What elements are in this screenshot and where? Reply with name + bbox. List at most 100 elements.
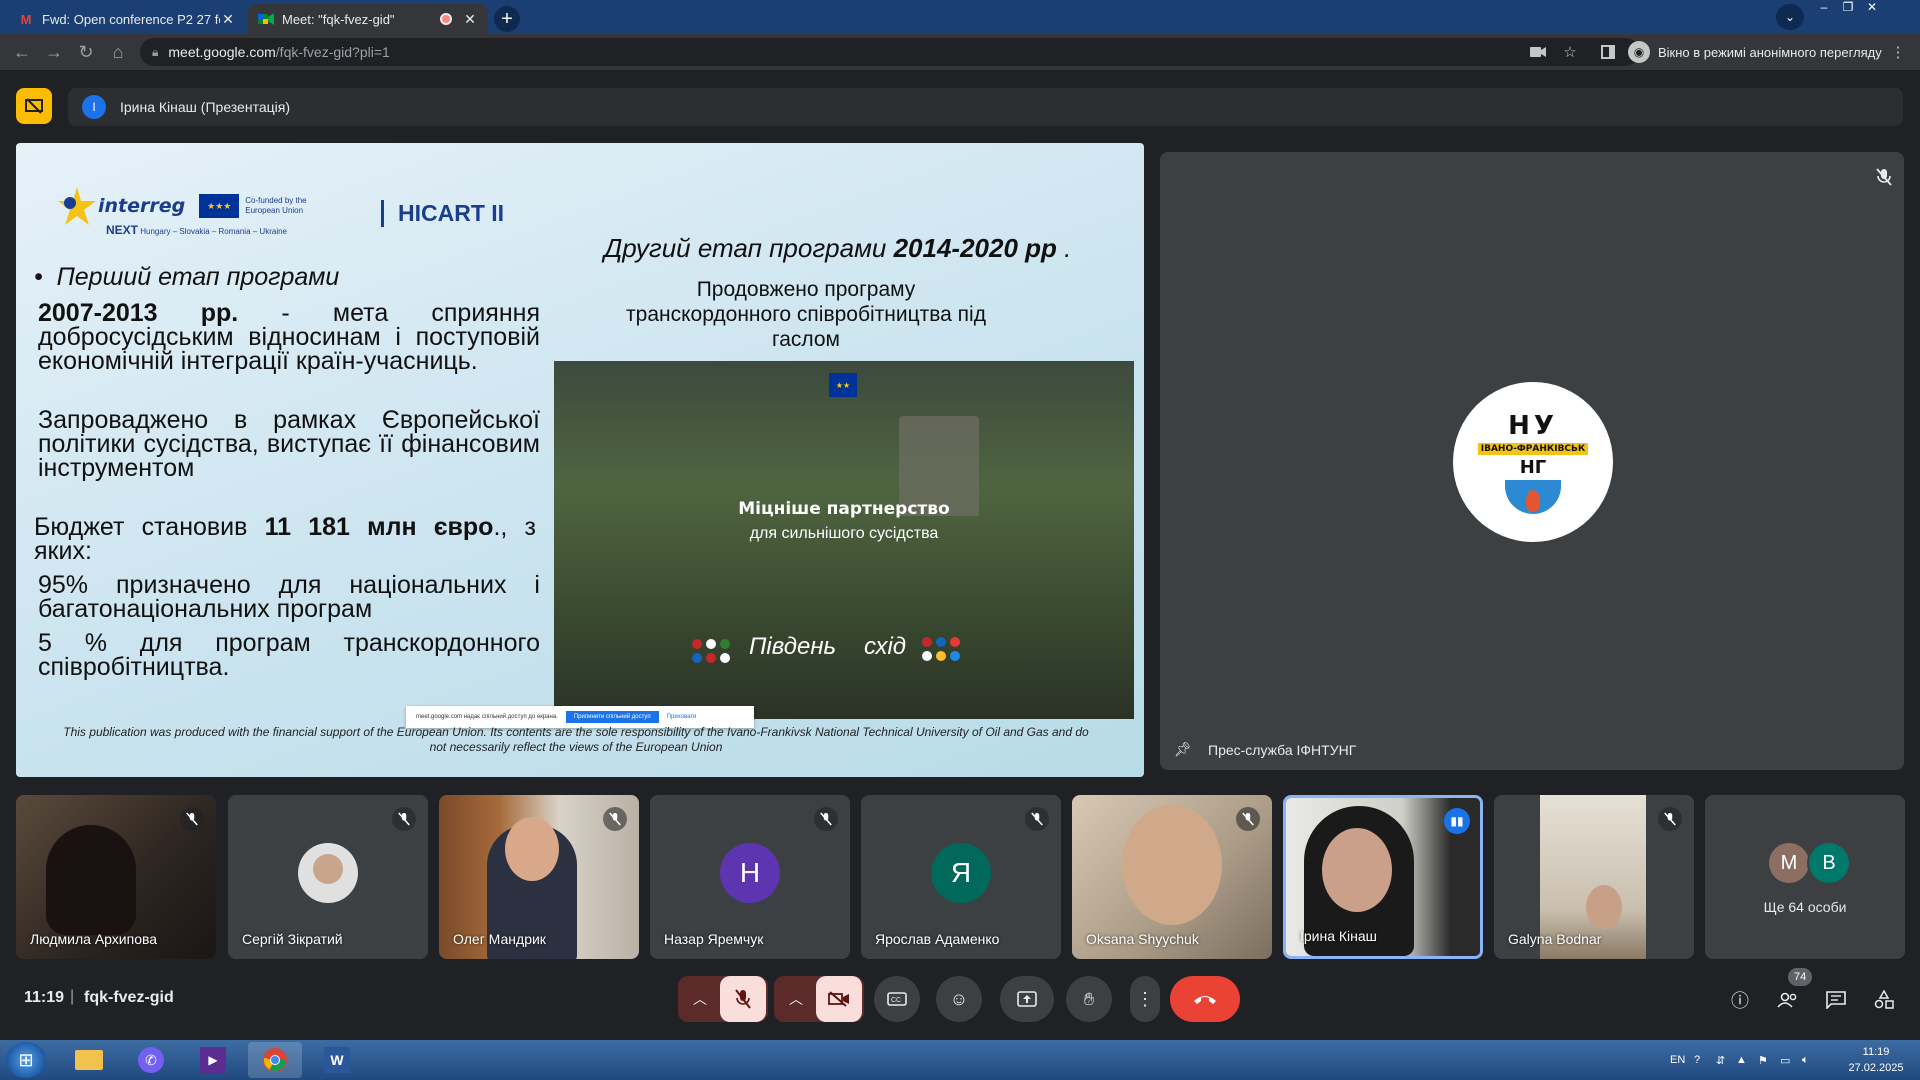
incognito-indicator[interactable]: ◉ Вікно в режимі анонімного перегляду (1628, 39, 1882, 65)
tab-search-button[interactable]: ⌄ (1776, 4, 1804, 30)
chat-icon[interactable] (1822, 986, 1850, 1014)
participant-letter-avatar: Н (720, 843, 780, 903)
present-screen-button[interactable] (1000, 976, 1054, 1022)
participant-name: Ярослав Адаменко (875, 931, 1000, 947)
language-indicator[interactable]: EN (1670, 1040, 1685, 1080)
tab-gmail[interactable]: M Fwd: Open conference P2 27 febr ✕ (8, 4, 246, 34)
side-panel-icon[interactable] (1598, 42, 1618, 62)
more-avatar: B (1807, 841, 1851, 885)
left-bullet-text: Перший етап програми (56, 263, 340, 291)
participant-tile[interactable]: Людмила Архипова (16, 795, 216, 959)
video-line-1: Міцніше партнерство (738, 499, 950, 519)
close-tab-icon[interactable]: ✕ (462, 11, 478, 28)
captions-button[interactable]: CC (874, 976, 920, 1022)
chrome-icon[interactable] (248, 1042, 302, 1078)
camera-in-use-icon[interactable] (1528, 42, 1548, 62)
restore-icon[interactable]: ❐ (1836, 0, 1860, 16)
address-bar[interactable]: 🔒︎ meet.google.com/fqk-fvez-gid?pli=1 (140, 38, 1640, 66)
incognito-label: Вікно в режимі анонімного перегляду (1658, 44, 1882, 60)
mic-options-chevron-icon[interactable]: ︿ (680, 989, 720, 1009)
browser-menu-icon[interactable]: ⋮ (1888, 42, 1908, 62)
right-title-bold: 2014-2020 рр (893, 233, 1057, 263)
mic-toggle-button[interactable] (720, 976, 766, 1022)
mic-off-icon (1658, 807, 1682, 831)
new-tab-button[interactable]: + (494, 6, 520, 32)
pin-icon[interactable]: 📌︎ (1174, 741, 1192, 758)
close-window-icon[interactable]: ✕ (1860, 0, 1884, 16)
back-icon[interactable]: ← (10, 40, 34, 64)
file-explorer-icon[interactable] (62, 1042, 116, 1078)
more-participants-label: Ще 64 особи (1763, 899, 1847, 915)
volume-icon[interactable]: 🔈︎ (1802, 1040, 1809, 1080)
browser-tab-strip: M Fwd: Open conference P2 27 febr ✕ Meet… (0, 0, 1920, 34)
participant-face (1122, 805, 1222, 925)
participant-tile[interactable]: Н Назар Яремчук (650, 795, 850, 959)
emoji-icon: ☺ (949, 988, 969, 1009)
hand-icon: ✋︎ (1083, 988, 1095, 1009)
more-options-button[interactable]: ⋮ (1130, 976, 1160, 1022)
action-center-flag-icon[interactable]: ⚑ (1758, 1040, 1768, 1080)
more-avatars: M B (1767, 841, 1851, 885)
home-icon[interactable]: ⌂ (106, 40, 130, 64)
tab-meet[interactable]: Meet: "fqk-fvez-gid" ✕ (248, 4, 488, 34)
pinned-participant-tile[interactable]: НУ ІВАНО-ФРАНКІВСЬК НГ 📌︎ Прес-служба ІФ… (1160, 152, 1904, 770)
interreg-text: interreg (98, 195, 186, 217)
viber-icon[interactable]: ✆ (124, 1042, 178, 1078)
reload-icon[interactable]: ↻ (74, 40, 98, 64)
display-icon[interactable]: ▭ (1780, 1040, 1790, 1080)
more-avatar: M (1767, 841, 1811, 885)
participant-name: Сергій Зікратий (242, 931, 343, 947)
slide-video: ★★ Міцніше партнерство для сильнішого су… (554, 361, 1134, 719)
camera-options-chevron-icon[interactable]: ︿ (776, 989, 816, 1009)
media-app-icon[interactable]: ▶ (186, 1042, 240, 1078)
meeting-details-icon[interactable]: ⓘ (1726, 986, 1754, 1014)
video-line-2: для сильнішого сусідства (749, 525, 939, 542)
system-clock[interactable]: 11:19 27.02.2025 (1836, 1044, 1916, 1076)
incognito-icon: ◉ (1628, 41, 1650, 63)
participant-tile[interactable]: Galyna Bodnar (1494, 795, 1694, 959)
participant-tile[interactable]: Олег Мандрик (439, 795, 639, 959)
participant-tile[interactable]: Сергій Зікратий (228, 795, 428, 959)
participant-tile[interactable]: Я Ярослав Адаменко (861, 795, 1061, 959)
eu-flag-icon: ★★ (829, 373, 857, 397)
mic-off-icon (1876, 168, 1892, 191)
mic-off-icon (814, 807, 838, 831)
close-tab-icon[interactable]: ✕ (220, 11, 236, 28)
stop-sharing-button[interactable]: Припинити спільний доступ (565, 711, 659, 723)
hang-up-icon (1194, 996, 1216, 1004)
eu-disclaimer: This publication was produced with the f… (63, 725, 1089, 754)
forward-icon[interactable]: → (42, 40, 66, 64)
left-paragraph-1: 2007-2013 рр. - мета сприяння добросусід… (38, 301, 540, 374)
more-participants-tile[interactable]: M B Ще 64 особи (1705, 795, 1905, 959)
camera-toggle-button[interactable] (816, 976, 862, 1022)
leave-call-button[interactable] (1170, 976, 1240, 1022)
start-button[interactable]: ⊞ (6, 1042, 46, 1078)
network-icon[interactable]: ⇵ (1716, 1040, 1725, 1080)
right-title: Другий етап програми 2014-2020 рр . (604, 233, 1071, 264)
participant-face (1322, 828, 1392, 912)
participant-silhouette (46, 825, 136, 935)
participant-tile-speaking[interactable]: ▮▮ Ірина Кінаш (1283, 795, 1483, 959)
share-notice-text: meet.google.com надає спільний доступ до… (416, 714, 558, 720)
activities-icon[interactable] (1870, 986, 1898, 1014)
raise-hand-button[interactable]: ✋︎ (1066, 976, 1112, 1022)
left-paragraph-3: Бюджет становив 11 181 млн євро., з яких… (34, 515, 536, 564)
hide-notice-button[interactable]: Приховати (667, 714, 697, 720)
svg-text:CC: CC (891, 997, 901, 1004)
participant-letter-avatar: Я (931, 843, 991, 903)
right-title-a: Другий етап програми (604, 233, 894, 263)
tray-expand-icon[interactable]: ▲ (1736, 1040, 1747, 1080)
reactions-button[interactable]: ☺ (936, 976, 982, 1022)
word-icon[interactable]: W (310, 1042, 364, 1078)
pinned-participant-name: Прес-служба ІФНТУНГ (1208, 742, 1357, 758)
bookmark-star-icon[interactable]: ☆ (1560, 42, 1580, 62)
participant-tile[interactable]: Oksana Shyychuk (1072, 795, 1272, 959)
east-flags-icon (922, 637, 960, 661)
left-paragraph-2: Запроваджено в рамках Європейської політ… (38, 406, 540, 482)
stop-presenting-view-button[interactable] (16, 88, 52, 124)
people-icon[interactable] (1774, 986, 1802, 1014)
help-icon[interactable]: ? (1694, 1040, 1700, 1080)
lock-icon[interactable]: 🔒︎ (152, 45, 158, 60)
gmail-icon: M (20, 11, 32, 27)
minimize-icon[interactable]: – (1812, 0, 1836, 16)
